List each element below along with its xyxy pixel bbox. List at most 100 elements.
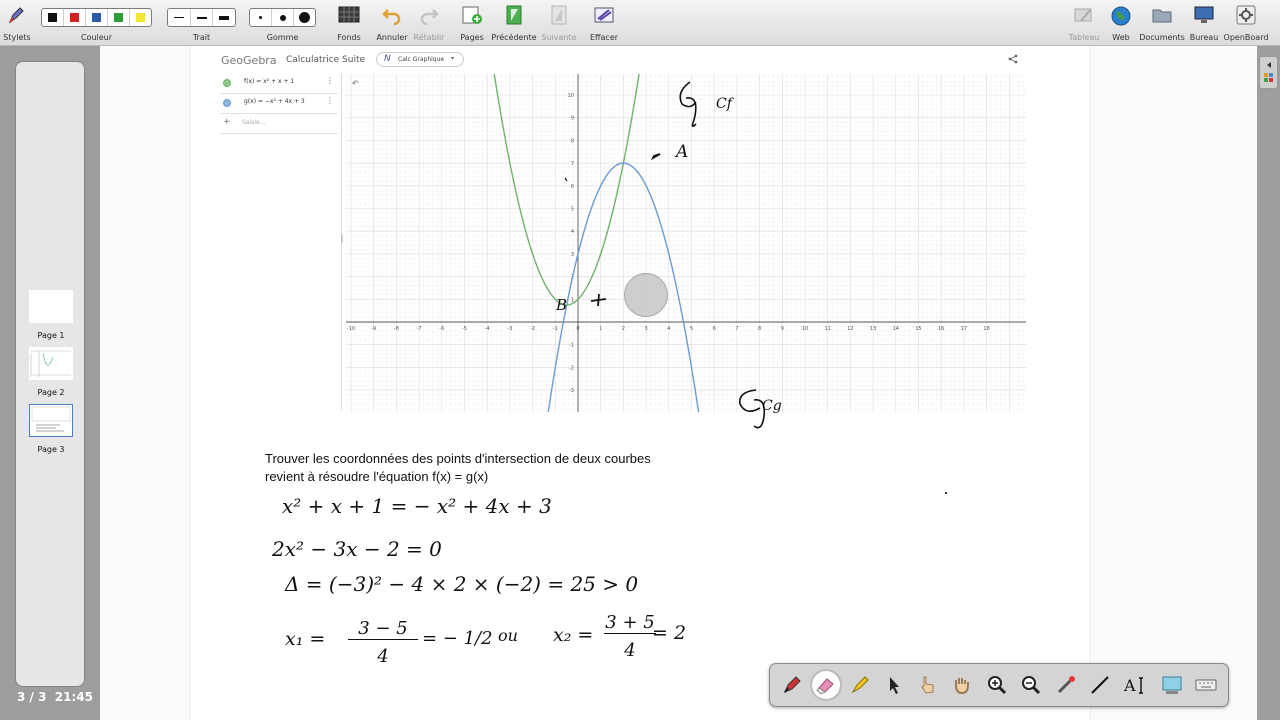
pen-tool-button[interactable] xyxy=(778,671,806,699)
selector-tool-button[interactable] xyxy=(880,671,908,699)
function-row-f[interactable]: f(x) = x² + x + 1 ⋮ xyxy=(220,74,338,94)
page-1-thumbnail[interactable] xyxy=(29,290,73,323)
zoom-out-button[interactable] xyxy=(1017,671,1045,699)
pen-tool-icon xyxy=(8,7,24,24)
page-3-label: Page 3 xyxy=(37,445,65,454)
highlighter-tool-button[interactable] xyxy=(846,671,874,699)
visibility-toggle-f[interactable] xyxy=(223,79,231,87)
redo-button[interactable]: Rétablir xyxy=(412,0,446,46)
laser-pointer-icon xyxy=(1057,676,1075,694)
x1-label: x₁ = xyxy=(285,628,326,650)
stylets-button[interactable]: Stylets xyxy=(2,0,32,46)
keyboard-icon xyxy=(1195,679,1217,691)
zoom-in-icon xyxy=(988,676,1007,695)
page-3-thumbnail[interactable] xyxy=(29,404,73,437)
x2-numerator: 3 + 5 xyxy=(604,612,656,634)
pages-button[interactable]: Pages xyxy=(456,0,488,46)
interact-tool-button[interactable] xyxy=(914,671,942,699)
function-f-expression: f(x) = x² + x + 1 xyxy=(244,78,295,85)
precedente-label: Précédente xyxy=(491,33,537,42)
line-tool-button[interactable] xyxy=(1086,671,1114,699)
undo-button[interactable]: Annuler xyxy=(374,0,410,46)
undo-graph-icon[interactable]: ↶ xyxy=(351,79,359,88)
keyboard-tool-button[interactable] xyxy=(1192,671,1220,699)
next-page-button[interactable]: Suivante xyxy=(540,0,578,46)
previous-page-icon xyxy=(506,5,522,25)
zoom-in-button[interactable] xyxy=(983,671,1011,699)
dropdown-caret-icon: ▾ xyxy=(451,55,455,62)
tableau-button[interactable]: Tableau xyxy=(1066,0,1102,46)
laser-tool-button[interactable] xyxy=(1052,671,1080,699)
cg-label: Cg xyxy=(762,398,782,414)
zoom-out-icon xyxy=(1022,676,1041,695)
eraser-tool-button[interactable] xyxy=(812,671,840,699)
x1-result: = − 1/2 xyxy=(422,628,493,649)
settings-gear-icon xyxy=(1236,5,1256,25)
panel-resize-handle[interactable]: ‖ xyxy=(340,234,344,243)
page-2-thumbnail[interactable] xyxy=(29,347,73,380)
x-tick-label: 15 xyxy=(915,326,921,332)
cg-annotation-stroke xyxy=(739,389,766,429)
effacer-label: Effacer xyxy=(589,33,619,42)
hand-tool-button[interactable] xyxy=(948,671,976,699)
stylets-label: Stylets xyxy=(3,33,31,42)
bureau-button[interactable]: Bureau xyxy=(1188,0,1220,46)
openboard-window: Stylets Couleur Trait Gomme Fonds Annule… xyxy=(0,0,1280,720)
visibility-toggle-g[interactable] xyxy=(223,99,231,107)
board-margin-right xyxy=(1090,46,1257,720)
library-toggle-handle[interactable] xyxy=(1259,56,1278,89)
input-row[interactable]: + Saisie... xyxy=(220,114,338,134)
add-input-icon: + xyxy=(223,117,231,127)
x-tick-label: -3 xyxy=(507,326,512,332)
collapse-arrow-icon xyxy=(1264,62,1273,82)
svg-text:A: A xyxy=(1123,676,1136,695)
trait-group: Trait xyxy=(167,0,236,46)
share-icon[interactable] xyxy=(1008,54,1018,64)
geogebra-brand: GeoGebra xyxy=(221,54,277,67)
arrow-cursor-icon xyxy=(890,677,899,694)
x2-label: x₂ = xyxy=(553,624,594,646)
clear-button[interactable]: Effacer xyxy=(588,0,620,46)
mode-selector[interactable]: N Calc Graphique ▾ xyxy=(376,52,464,67)
point-b-marker xyxy=(590,293,607,307)
web-button[interactable]: Web xyxy=(1106,0,1136,46)
tableau-label: Tableau xyxy=(1068,33,1100,42)
x1-denominator: 4 xyxy=(377,646,389,667)
redo-icon xyxy=(420,9,439,25)
more-options-icon[interactable]: ⋮ xyxy=(326,76,334,85)
gomme-group: Gomme xyxy=(249,0,316,46)
equation-2: 2x² − 3x − 2 = 0 xyxy=(272,537,442,561)
background-grid-icon xyxy=(338,6,360,23)
equation-1: x² + x + 1 = − x² + 4x + 3 xyxy=(282,494,552,518)
main-toolbar: Stylets Couleur Trait Gomme Fonds Annule… xyxy=(0,0,1280,46)
couleur-group: Couleur xyxy=(41,0,152,46)
desktop-icon xyxy=(1194,6,1214,23)
pages-label: Pages xyxy=(460,33,484,42)
x-tick-label: 14 xyxy=(893,326,899,332)
capture-tool-button[interactable] xyxy=(1158,671,1186,699)
x-tick-label: 12 xyxy=(847,326,853,332)
more-options-icon[interactable]: ⋮ xyxy=(326,96,334,105)
clock-text: 21:45 xyxy=(54,690,93,704)
x2-result: = 2 xyxy=(652,622,687,644)
algebra-view: f(x) = x² + x + 1 ⋮ g(x) = −x² + 4x + 3 … xyxy=(220,74,344,410)
fonds-button[interactable]: Fonds xyxy=(332,0,366,46)
x-tick-label: 16 xyxy=(938,326,944,332)
text-tool-button[interactable]: A xyxy=(1121,671,1149,699)
x-tick-label: 10 xyxy=(802,326,808,332)
page-info-text: 3 / 3 xyxy=(17,690,47,704)
x2-denominator: 4 xyxy=(624,640,636,661)
eraser-icon xyxy=(816,678,834,695)
clear-page-icon xyxy=(594,7,614,23)
text-icon: A xyxy=(1123,676,1143,695)
documents-button[interactable]: Documents xyxy=(1138,0,1186,46)
text-line-2: revient à résoudre l'équation f(x) = g(x… xyxy=(265,469,489,484)
folder-icon xyxy=(1152,9,1172,23)
ou-text: ou xyxy=(498,626,518,645)
function-row-g[interactable]: g(x) = −x² + 4x + 3 ⋮ xyxy=(220,94,338,114)
undo-icon xyxy=(382,9,401,25)
openboard-menu-button[interactable]: OpenBoard xyxy=(1222,0,1270,46)
previous-page-button[interactable]: Précédente xyxy=(490,0,538,46)
tool-palette: A xyxy=(769,663,1229,707)
page-2-preview-icon xyxy=(30,350,71,377)
